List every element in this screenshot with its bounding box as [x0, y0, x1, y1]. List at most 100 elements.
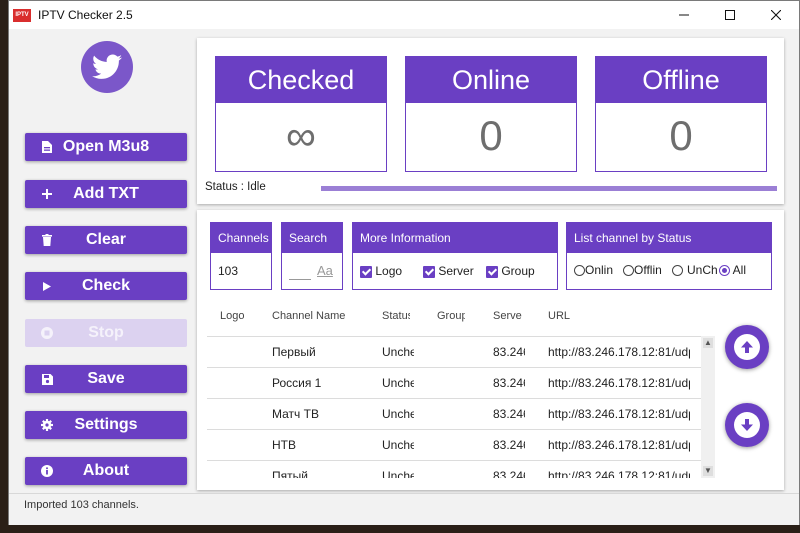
- info-icon: [41, 457, 53, 485]
- arrow-down-icon: [734, 412, 760, 438]
- add-txt-button[interactable]: Add TXT: [25, 180, 187, 208]
- progress-bar: [321, 186, 777, 191]
- channels-count-value: 103: [218, 264, 239, 278]
- status-cell: Unche: [382, 407, 414, 421]
- server-cell: 83.246: [493, 469, 525, 478]
- scroll-up-button[interactable]: [725, 325, 769, 369]
- group-cell: [437, 337, 465, 367]
- open-m3u8-button[interactable]: Open M3u8: [25, 133, 187, 161]
- status-bar: Imported 103 channels.: [9, 493, 799, 525]
- url-cell: http://83.246.178.12:81/udp: [548, 438, 690, 452]
- match-case-icon: Aa: [317, 263, 333, 278]
- group-option-label: Group: [501, 264, 535, 278]
- logo-option-label: Logo: [375, 264, 403, 278]
- scroll-down-arrow-icon[interactable]: ▼: [703, 466, 713, 476]
- url-cell: http://83.246.178.12:81/udp: [548, 345, 690, 359]
- more-information-options: Logo Server Group: [353, 253, 557, 289]
- online-label: Online: [406, 57, 576, 103]
- about-button[interactable]: About: [25, 457, 187, 485]
- save-icon: [41, 365, 53, 393]
- sidebar: Open M3u8 Add TXT Clear Check Stop Save …: [9, 29, 205, 491]
- channel-table: Logo Channel Name Status Group Serve URL…: [207, 296, 715, 478]
- radio-all[interactable]: All: [719, 263, 746, 277]
- stats-panel: Checked ∞ Online 0 Offline 0 Status : Id…: [197, 38, 784, 204]
- radio-selected-icon: [719, 265, 730, 277]
- play-icon: [41, 272, 53, 300]
- scroll-down-button[interactable]: [725, 403, 769, 447]
- server-cell: 83.246: [493, 407, 525, 421]
- title-bar: IPTV IPTV Checker 2.5: [9, 1, 799, 29]
- file-icon: [41, 133, 53, 161]
- check-button[interactable]: Check: [25, 272, 187, 300]
- clear-button[interactable]: Clear: [25, 226, 187, 254]
- channel-name-cell: Матч ТВ: [272, 407, 319, 421]
- channel-name-cell: Россия 1: [272, 376, 322, 390]
- arrow-up-icon: [734, 334, 760, 360]
- server-cell: 83.246: [493, 376, 525, 390]
- close-icon: [771, 10, 781, 20]
- checked-value: ∞: [286, 112, 316, 159]
- online-stat: Online 0: [405, 56, 577, 172]
- search-input[interactable]: Aa: [282, 253, 342, 289]
- gear-icon: [41, 411, 53, 439]
- save-button[interactable]: Save: [25, 365, 187, 393]
- channels-panel: Channels 103 Search Aa More Information …: [197, 210, 784, 490]
- column-header-channel-name[interactable]: Channel Name: [272, 296, 345, 336]
- channels-count-label: Channels: [211, 223, 271, 253]
- trash-icon: [41, 226, 53, 254]
- more-information-box: More Information Logo Server Group: [352, 222, 558, 290]
- maximize-button[interactable]: [707, 1, 753, 29]
- radio-online[interactable]: Onlin: [574, 263, 613, 277]
- url-cell: http://83.246.178.12:81/udp: [548, 469, 690, 478]
- twitter-bird-icon: [92, 54, 122, 79]
- settings-button[interactable]: Settings: [25, 411, 187, 439]
- url-cell: http://83.246.178.12:81/udp: [548, 376, 690, 390]
- status-bar-text: Imported 103 channels.: [24, 499, 139, 511]
- more-information-label: More Information: [353, 223, 557, 253]
- radio-offline[interactable]: Offlin: [623, 263, 662, 277]
- radio-all-label: All: [732, 263, 747, 277]
- column-header-url[interactable]: URL: [548, 296, 570, 336]
- channel-name-cell: Первый: [272, 345, 316, 359]
- close-button[interactable]: [753, 1, 799, 29]
- app-icon: IPTV: [13, 8, 31, 22]
- radio-unchecked[interactable]: UnCh: [672, 263, 718, 277]
- channel-name-cell: НТВ: [272, 438, 296, 452]
- column-header-status[interactable]: Status: [382, 296, 410, 336]
- channels-count-box: Channels 103: [210, 222, 272, 290]
- table-row[interactable]: Матч ТВ Unche 83.246 http://83.246.178.1…: [207, 398, 715, 429]
- radio-online-label: Onlin: [585, 263, 614, 277]
- status-cell: Unche: [382, 438, 414, 452]
- group-checkbox[interactable]: Group: [486, 264, 535, 278]
- group-cell: [437, 399, 465, 429]
- server-checkbox[interactable]: Server: [423, 264, 474, 278]
- column-header-group[interactable]: Group: [437, 296, 465, 336]
- minimize-button[interactable]: [661, 1, 707, 29]
- search-label: Search: [282, 223, 342, 253]
- radio-icon: [672, 265, 683, 277]
- checkbox-checked-icon: [423, 265, 435, 278]
- table-row[interactable]: НТВ Unche 83.246 http://83.246.178.12:81…: [207, 429, 715, 460]
- table-row[interactable]: Первый Unche 83.246 http://83.246.178.12…: [207, 336, 715, 367]
- status-text: Status : Idle: [205, 181, 266, 193]
- url-cell: http://83.246.178.12:81/udp: [548, 407, 690, 421]
- table-scrollbar[interactable]: ▲ ▼: [701, 336, 715, 478]
- column-header-server[interactable]: Serve: [493, 296, 522, 336]
- table-row[interactable]: Пятый Unche 83.246 http://83.246.178.12:…: [207, 460, 715, 478]
- radio-icon: [574, 265, 585, 277]
- table-row[interactable]: Россия 1 Unche 83.246 http://83.246.178.…: [207, 367, 715, 398]
- status-filter-label: List channel by Status: [567, 223, 771, 253]
- online-value: 0: [479, 112, 503, 159]
- plus-icon: [41, 180, 53, 208]
- radio-offline-label: Offlin: [634, 263, 662, 277]
- logo-checkbox[interactable]: Logo: [360, 264, 402, 278]
- scroll-up-arrow-icon[interactable]: ▲: [703, 338, 713, 348]
- status-filter-options: Onlin Offlin UnCh All: [567, 253, 771, 289]
- column-header-logo[interactable]: Logo: [220, 296, 244, 336]
- server-cell: 83.246: [493, 438, 525, 452]
- stop-icon: [41, 319, 53, 347]
- twitter-avatar[interactable]: [81, 41, 133, 93]
- stop-button[interactable]: Stop: [25, 319, 187, 347]
- channel-name-cell: Пятый: [272, 469, 308, 478]
- status-filter-box: List channel by Status Onlin Offlin UnCh…: [566, 222, 772, 290]
